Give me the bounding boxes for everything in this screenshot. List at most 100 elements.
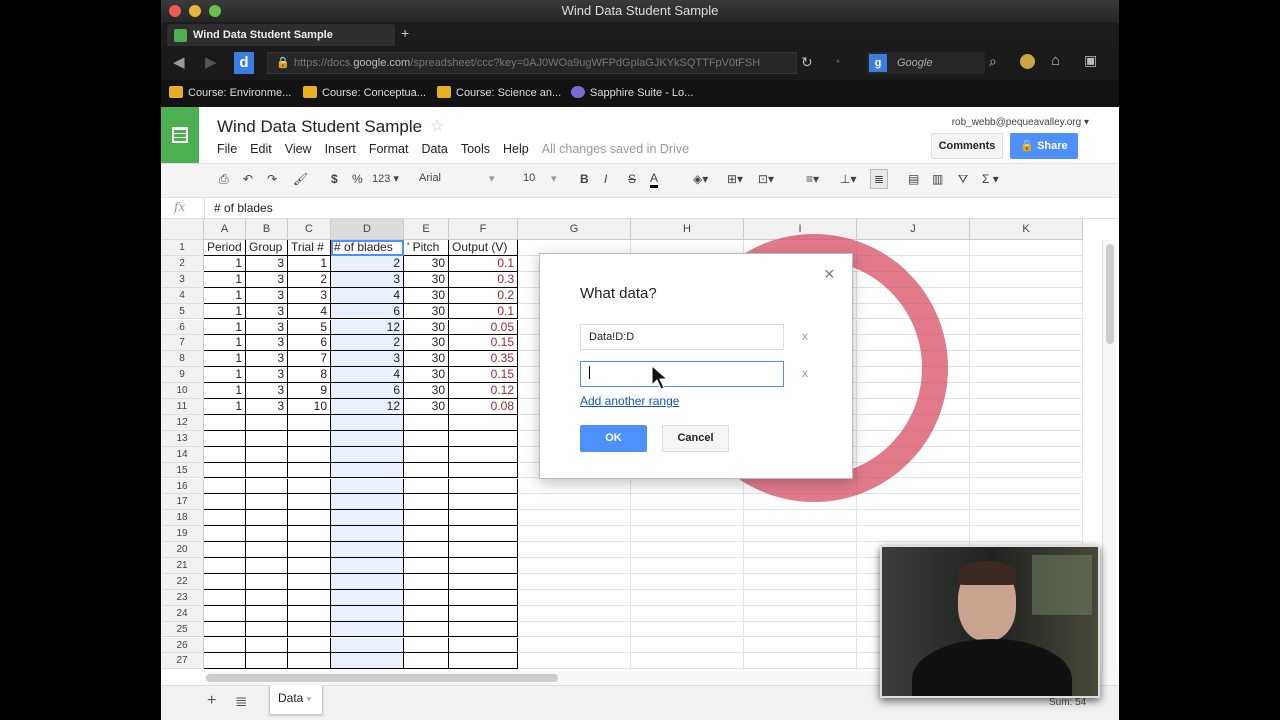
table-cell[interactable] <box>857 414 970 431</box>
table-cell[interactable] <box>631 510 744 527</box>
table-cell[interactable]: 3 <box>246 287 288 304</box>
row-header[interactable]: 17 <box>161 494 204 511</box>
table-cell[interactable] <box>404 526 449 543</box>
table-cell[interactable] <box>288 573 331 590</box>
row-header[interactable]: 7 <box>161 335 204 352</box>
table-cell[interactable] <box>404 446 449 463</box>
vertical-align-icon[interactable]: ⊥▾ <box>840 172 856 186</box>
menu-tools[interactable]: Tools <box>461 142 490 156</box>
table-cell[interactable] <box>744 558 857 574</box>
table-cell[interactable]: 9 <box>288 383 331 399</box>
table-cell[interactable] <box>404 605 449 622</box>
table-cell[interactable] <box>331 605 404 622</box>
table-cell[interactable] <box>449 605 518 622</box>
undo-icon[interactable]: ↶ <box>243 172 253 186</box>
menu-data[interactable]: Data <box>421 142 447 156</box>
table-cell[interactable] <box>204 414 246 431</box>
table-cell[interactable] <box>288 414 331 431</box>
table-cell[interactable] <box>288 637 331 654</box>
table-cell[interactable] <box>857 526 970 543</box>
row-header[interactable]: 26 <box>161 637 204 654</box>
table-cell[interactable]: 1 <box>204 303 246 320</box>
table-cell[interactable] <box>204 542 246 558</box>
star-icon[interactable]: ☆ <box>430 116 444 136</box>
table-cell[interactable] <box>518 558 631 574</box>
table-cell[interactable] <box>631 542 744 558</box>
menu-format[interactable]: Format <box>369 142 409 156</box>
table-cell[interactable] <box>857 399 970 415</box>
bookmark-item[interactable]: Course: Conceptua... <box>303 86 426 99</box>
table-cell[interactable] <box>331 414 404 431</box>
table-cell[interactable] <box>857 478 970 495</box>
paint-format-icon[interactable]: 🖌 <box>293 172 308 186</box>
table-cell[interactable] <box>404 621 449 638</box>
table-cell[interactable] <box>857 510 970 527</box>
add-sheet-button[interactable]: + <box>207 692 216 710</box>
bold-button[interactable]: B <box>580 172 589 186</box>
table-cell[interactable] <box>204 478 246 495</box>
table-cell[interactable] <box>404 542 449 558</box>
table-cell[interactable] <box>449 430 518 447</box>
table-cell[interactable] <box>288 494 331 511</box>
close-dialog-button[interactable]: × <box>824 264 835 285</box>
table-cell[interactable]: 30 <box>404 367 449 384</box>
table-cell[interactable] <box>404 573 449 590</box>
table-cell[interactable] <box>331 446 404 463</box>
table-cell[interactable]: 30 <box>404 303 449 320</box>
number-format-button[interactable]: 123 ▾ <box>372 172 399 185</box>
table-cell[interactable]: 2 <box>331 335 404 352</box>
table-cell[interactable] <box>331 653 404 670</box>
row-header[interactable]: 23 <box>161 589 204 606</box>
table-cell[interactable] <box>744 494 857 511</box>
column-header-a[interactable]: A <box>204 219 246 240</box>
table-cell[interactable] <box>744 637 857 654</box>
table-cell[interactable] <box>449 510 518 527</box>
table-cell[interactable]: 0.15 <box>449 367 518 384</box>
table-cell[interactable] <box>404 478 449 495</box>
table-cell[interactable] <box>288 621 331 638</box>
table-cell[interactable] <box>970 240 1083 256</box>
redo-icon[interactable]: ↷ <box>267 172 277 186</box>
row-header[interactable]: 14 <box>161 446 204 463</box>
table-cell[interactable]: 10 <box>288 399 331 415</box>
table-cell[interactable] <box>449 558 518 574</box>
column-header-g[interactable]: G <box>518 219 631 240</box>
table-cell[interactable] <box>288 605 331 622</box>
table-cell[interactable] <box>970 271 1083 288</box>
row-header[interactable]: 20 <box>161 542 204 558</box>
table-cell[interactable] <box>518 605 631 622</box>
menu-view[interactable]: View <box>285 142 312 156</box>
table-cell[interactable] <box>970 446 1083 463</box>
table-cell[interactable] <box>970 287 1083 304</box>
range-input-2[interactable] <box>580 361 784 387</box>
row-header[interactable]: 4 <box>161 287 204 304</box>
table-cell[interactable] <box>970 335 1083 352</box>
bookmark-item[interactable]: Course: Environme... <box>169 86 291 99</box>
table-cell[interactable]: 0.1 <box>449 255 518 272</box>
column-header-j[interactable]: J <box>857 219 970 240</box>
italic-button[interactable]: I <box>604 172 607 186</box>
table-cell[interactable] <box>404 462 449 479</box>
column-header-i[interactable]: I <box>744 219 857 240</box>
range-input-1[interactable]: Data!D:D <box>580 324 784 350</box>
table-cell[interactable] <box>331 478 404 495</box>
table-cell[interactable] <box>518 637 631 654</box>
table-cell[interactable] <box>518 589 631 606</box>
table-cell[interactable] <box>518 478 631 495</box>
table-cell[interactable] <box>246 653 288 670</box>
search-box[interactable]: g Google <box>867 52 985 74</box>
table-cell[interactable] <box>518 653 631 670</box>
table-cell[interactable] <box>204 653 246 670</box>
reload-icon[interactable]: ↻ <box>801 54 813 71</box>
column-header-k[interactable]: K <box>970 219 1083 240</box>
table-cell[interactable] <box>744 478 857 495</box>
table-cell[interactable] <box>970 367 1083 384</box>
table-cell[interactable] <box>404 589 449 606</box>
currency-button[interactable]: $ <box>331 172 338 186</box>
table-cell[interactable] <box>857 335 970 352</box>
functions-button[interactable]: Σ ▾ <box>982 172 999 186</box>
table-cell[interactable]: 7 <box>288 351 331 368</box>
user-account[interactable]: rob_webb@pequeavalley.org ▾ <box>952 117 1089 128</box>
table-cell[interactable] <box>404 558 449 574</box>
ok-button[interactable]: OK <box>580 425 647 452</box>
